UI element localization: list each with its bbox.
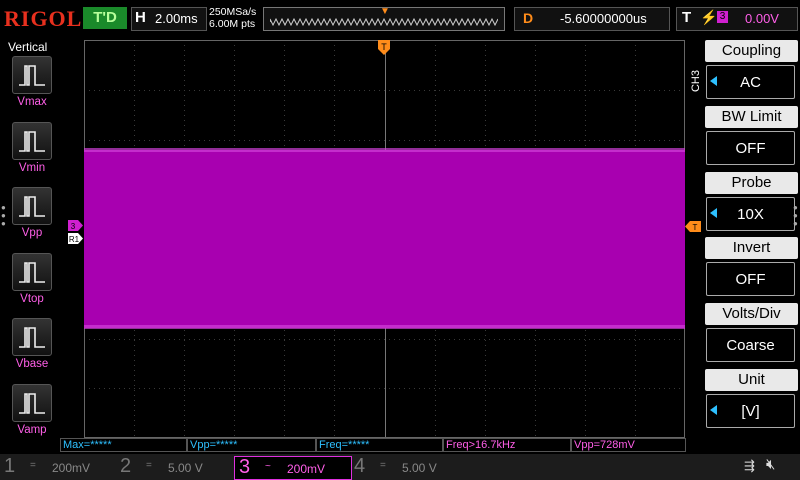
sample-rate-info: 250MSa/s 6.00M pts: [209, 6, 256, 30]
measure-label: Vbase: [15, 358, 49, 370]
menu-title: Probe: [705, 171, 798, 194]
channel-number: 3: [239, 456, 251, 478]
menu-channel-label: CH3: [690, 70, 702, 93]
ch3-marker-label: 3: [71, 222, 76, 231]
menu-title: Unit: [705, 369, 798, 391]
measure-label: Vmin: [18, 161, 46, 174]
menu-value: OFF: [706, 262, 795, 297]
channel-scale: 5.00 V: [402, 461, 437, 475]
measurement-item: Freq=*****: [316, 438, 443, 452]
coupling-icon: ~: [265, 461, 271, 472]
measure-vmax-button[interactable]: Vmax: [12, 56, 52, 108]
channel-number: 1: [4, 455, 16, 477]
trigger-position-marker[interactable]: T: [377, 40, 391, 56]
channel-2-box[interactable]: 2 = 5.00 V: [116, 455, 232, 478]
menu-volts-div-softkey[interactable]: Volts/Div Coarse: [705, 303, 800, 366]
measurement-item: Vpp=728mV: [571, 438, 686, 452]
measure-label: Vamp: [17, 423, 47, 436]
measurement-item: Freq>16.7kHz: [443, 438, 571, 452]
measure-pulse-icon: [12, 187, 52, 225]
trigger-position-marker-top: ▼: [380, 6, 390, 17]
menu-unit-softkey[interactable]: Unit [V]: [705, 369, 800, 432]
menu-probe-softkey[interactable]: Probe 10X: [705, 171, 800, 235]
menu-title: Coupling: [705, 40, 798, 62]
measure-pulse-icon: [12, 252, 52, 291]
measure-vpp-button[interactable]: Vpp: [12, 187, 52, 239]
measure-vtop-button[interactable]: Vtop: [12, 252, 52, 305]
channel-1-box[interactable]: 1 = 200mV: [0, 455, 116, 478]
coupling-icon: =: [146, 460, 152, 471]
menu-invert-softkey[interactable]: Invert OFF: [705, 237, 800, 300]
trigger-pos-letter: T: [381, 42, 387, 52]
channel-4-box[interactable]: 4 = 5.00 V: [350, 455, 466, 478]
speaker-muted-icon[interactable]: 🔇︎: [766, 456, 775, 473]
measurement-item: Max=*****: [60, 438, 187, 452]
waveform-grid: [84, 40, 685, 438]
measure-vmin-button[interactable]: Vmin: [12, 121, 52, 174]
trigger-status-badge[interactable]: T'D: [83, 7, 127, 29]
menu-title: BW Limit: [705, 105, 798, 128]
ch3-waveform: [84, 150, 685, 328]
measure-pulse-icon: [12, 56, 52, 94]
menu-title: Volts/Div: [705, 303, 798, 326]
left-panel-title: Vertical: [8, 40, 48, 54]
channel-3-box[interactable]: 3 ~200mV: [234, 456, 352, 480]
knob-adjust-arrow-icon: [710, 76, 717, 86]
coupling-icon: =: [30, 460, 36, 471]
measure-label: Vmax: [17, 96, 47, 108]
usb-icon: ⇶: [744, 458, 755, 473]
measurement-item: Vpp=*****: [187, 438, 316, 452]
menu-value: OFF: [706, 130, 795, 165]
menu-value: [V]: [706, 394, 795, 428]
memory-waveform-icon: [270, 18, 498, 26]
channel-scale: 200mV: [287, 462, 326, 476]
trigger-box[interactable]: [676, 7, 798, 31]
measure-label: Vpp: [21, 227, 43, 239]
channel-scale: 5.00 V: [168, 461, 203, 475]
delay-label: D: [523, 10, 534, 26]
ref-marker-label: R1: [69, 235, 80, 244]
delay-value: -5.60000000us: [560, 11, 647, 26]
menu-value: AC: [706, 65, 795, 99]
ch3-waveform-edge-bottom: [84, 325, 685, 329]
menu-value: Coarse: [706, 328, 795, 363]
ref-marker[interactable]: R1: [68, 233, 84, 244]
channel-number: 4: [354, 455, 366, 477]
measure-pulse-icon: [12, 383, 52, 422]
horizontal-label: H: [135, 9, 146, 26]
channel-number: 2: [120, 455, 132, 477]
memory-depth: 6.00M pts: [209, 18, 256, 30]
knob-adjust-arrow-icon: [710, 405, 717, 415]
sample-rate: 250MSa/s: [209, 6, 257, 18]
trigger-edge-icon: ⚡: [700, 9, 718, 25]
measure-label: Vtop: [20, 292, 44, 305]
menu-value: 10X: [706, 196, 795, 231]
channel-scale: 200mV: [52, 461, 91, 475]
knob-adjust-arrow-icon: [710, 207, 717, 218]
trigger-source-badge: 3: [717, 11, 728, 23]
trigger-label: T: [682, 9, 692, 26]
ch3-waveform-edge-top: [84, 148, 685, 152]
coupling-icon: =: [380, 460, 386, 471]
timebase-value: 2.00ms: [155, 11, 198, 26]
menu-bw-limit-softkey[interactable]: BW Limit OFF: [705, 105, 800, 169]
menu-coupling-softkey[interactable]: Coupling AC: [705, 40, 800, 103]
measure-vbase-button[interactable]: Vbase: [12, 318, 52, 370]
trigger-level-marker[interactable]: T: [685, 221, 701, 232]
trigger-level-marker-label: T: [693, 223, 698, 232]
right-page-dots-icon: ● ● ●: [793, 203, 798, 228]
rigol-logo: RIGOL: [4, 6, 83, 31]
ch3-offset-marker[interactable]: 3: [68, 220, 84, 231]
measure-pulse-icon: [12, 318, 52, 356]
trigger-level: 0.00V: [745, 11, 779, 26]
left-page-dots-icon: ● ● ●: [1, 203, 6, 228]
measure-vamp-button[interactable]: Vamp: [12, 383, 52, 436]
menu-title: Invert: [705, 237, 798, 260]
measure-pulse-icon: [12, 121, 52, 160]
